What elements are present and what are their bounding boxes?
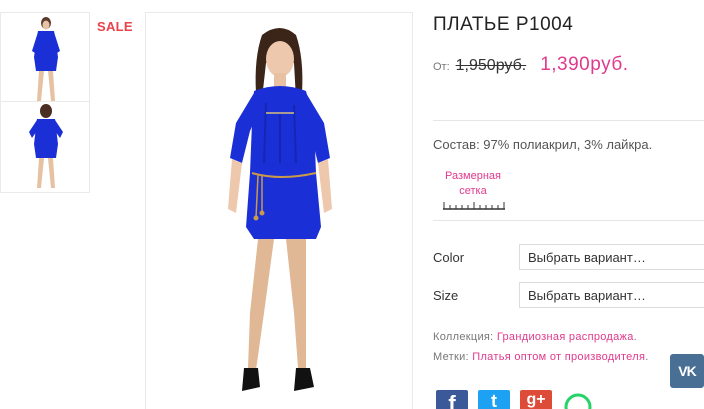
- vk-widget-button[interactable]: VK: [670, 354, 704, 388]
- tags-label: Метки:: [433, 351, 469, 363]
- divider: [433, 220, 704, 221]
- thumbnail-back[interactable]: [0, 102, 90, 193]
- facebook-share-button[interactable]: f: [436, 390, 468, 409]
- size-chart-label-line2: сетка: [459, 185, 487, 197]
- color-option-label: Color: [433, 250, 465, 265]
- main-product-image[interactable]: [145, 12, 413, 409]
- googleplus-share-button[interactable]: g+: [520, 390, 552, 409]
- dress-back-thumbnail-image: [1, 102, 89, 192]
- size-option-label: Size: [433, 288, 459, 303]
- product-title: ПЛАТЬЕ P1004: [433, 14, 574, 35]
- price-row: От: 1,950руб. 1,390руб.: [433, 54, 628, 76]
- ruler-icon: [443, 202, 505, 210]
- collection-label: Коллекция:: [433, 331, 494, 343]
- social-share-bar: f t g+: [436, 390, 594, 409]
- collection-meta: Коллекция: Грандиозная распродажа.: [433, 331, 637, 343]
- divider: [433, 120, 704, 121]
- whatsapp-icon: [564, 393, 592, 409]
- price-prefix: От:: [433, 61, 450, 73]
- old-price: 1,950руб.: [455, 57, 527, 74]
- vk-icon: VK: [678, 363, 696, 379]
- dress-front-thumbnail-image: [1, 13, 89, 101]
- twitter-icon: t: [491, 391, 497, 409]
- tags-link[interactable]: Платья оптом от производителя: [472, 351, 645, 363]
- color-select[interactable]: Выбрать вариант…: [519, 244, 704, 270]
- sale-badge: SALE: [97, 19, 133, 34]
- whatsapp-share-button[interactable]: [562, 390, 594, 409]
- googleplus-icon: g+: [526, 391, 546, 408]
- product-composition: Состав: 97% полиакрил, 3% лайкра.: [433, 137, 653, 152]
- size-chart-label-line1: Размерная: [445, 170, 501, 182]
- tags-meta: Метки: Платья оптом от производителя.: [433, 351, 649, 363]
- thumbnail-gallery: [0, 12, 90, 193]
- size-select[interactable]: Выбрать вариант…: [519, 282, 704, 308]
- thumbnail-front[interactable]: [0, 12, 90, 102]
- dress-model-image: [146, 13, 412, 409]
- collection-link[interactable]: Грандиозная распродажа: [497, 331, 634, 343]
- size-chart-link[interactable]: Размерная сетка: [441, 169, 505, 199]
- facebook-icon: f: [448, 391, 456, 409]
- twitter-share-button[interactable]: t: [478, 390, 510, 409]
- sale-price: 1,390руб.: [540, 54, 629, 75]
